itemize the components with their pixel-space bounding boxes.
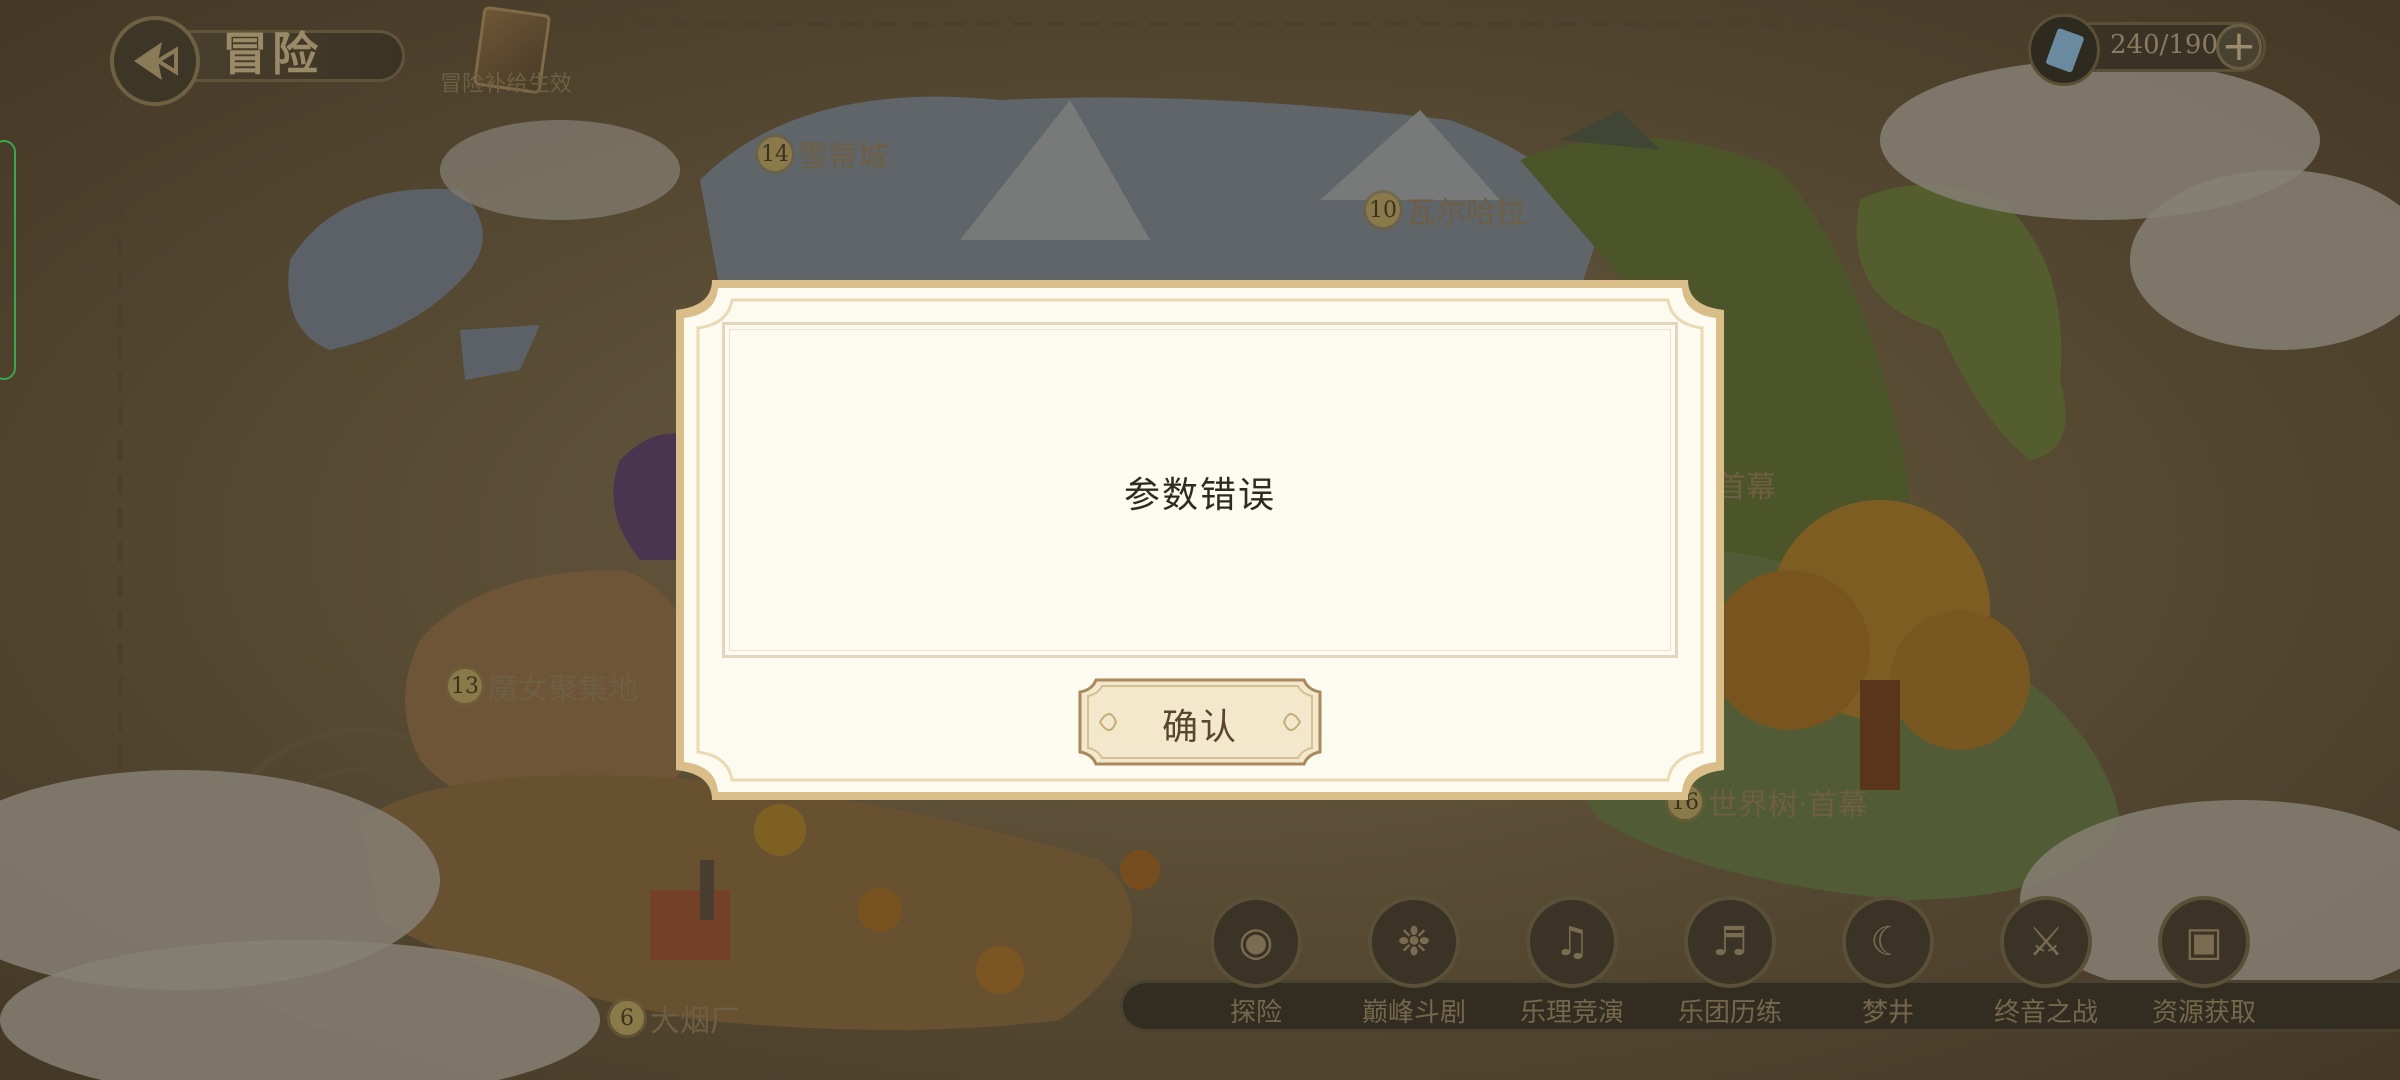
back-button[interactable] [110,16,200,106]
nav-explore[interactable]: ◉ 探险 [1176,896,1336,1029]
crest-icon: ❉ [1368,896,1460,988]
side-drawer-tab[interactable] [0,140,16,380]
location-level-badge: 14 [758,137,792,171]
nav-label: 巅峰斗剧 [1361,998,1466,1028]
nav-resource-acquire[interactable]: ▣ 资源获取 [2124,896,2284,1029]
nav-music-contest[interactable]: ♫ 乐理竞演 [1492,896,1652,1029]
music-note-icon: ♫ [1526,896,1618,988]
page-title: 冒险 [222,27,322,81]
map-location-witch-gathering[interactable]: 13 魔女聚集地 [448,664,638,708]
location-name: 魔女聚集地 [488,672,638,707]
nav-label: 乐团历练 [1677,998,1782,1028]
location-level-badge: 13 [448,669,482,703]
map-location-valhalla[interactable]: 10 瓦尔哈拉 [1366,188,1526,232]
nav-band-training[interactable]: ♬ 乐团历练 [1650,896,1810,1029]
confirm-button[interactable]: 确认 [1076,676,1324,768]
nav-label: 探险 [1229,998,1282,1028]
nav-label: 终音之战 [1993,998,2098,1028]
add-resource-button[interactable]: + [2216,24,2262,70]
dialog-message: 参数错误 [1123,475,1276,516]
sword-shield-icon: ⚔ [2000,896,2092,988]
back-arrow-icon [134,42,178,80]
nav-dream-well[interactable]: ☾ 梦井 [1808,896,1968,1029]
chest-icon: ▣ [2158,896,2250,988]
nav-final-battle[interactable]: ⚔ 终音之战 [1966,896,2126,1029]
map-location-big-factory[interactable]: 6 大烟厂 [610,996,740,1040]
nav-label: 乐理竞演 [1519,998,1624,1028]
location-name: 瓦尔哈拉 [1406,196,1526,231]
compass-icon: ◉ [1210,896,1302,988]
map-location-snow-city[interactable]: 14 雪蒂城 [758,132,888,176]
location-name: 世界树·首幕 [1708,788,1868,823]
horn-icon: ♬ [1684,896,1776,988]
sleep-icon: ☾ [1842,896,1934,988]
location-name: 大烟厂 [650,1004,740,1039]
stamina-card-icon [2028,14,2100,86]
nav-label: 资源获取 [2151,998,2256,1028]
location-name: 雪蒂城 [798,140,888,175]
nav-label: 梦井 [1861,998,1914,1028]
location-level-badge: 6 [610,1001,644,1035]
adventure-supply-status: 冒险补给生效 [440,72,573,97]
location-level-badge: 10 [1366,193,1400,227]
confirm-button-label: 确认 [1161,707,1238,748]
nav-peak-battle[interactable]: ❉ 巅峰斗剧 [1334,896,1494,1029]
resource-count: 240/190 [2110,30,2219,60]
